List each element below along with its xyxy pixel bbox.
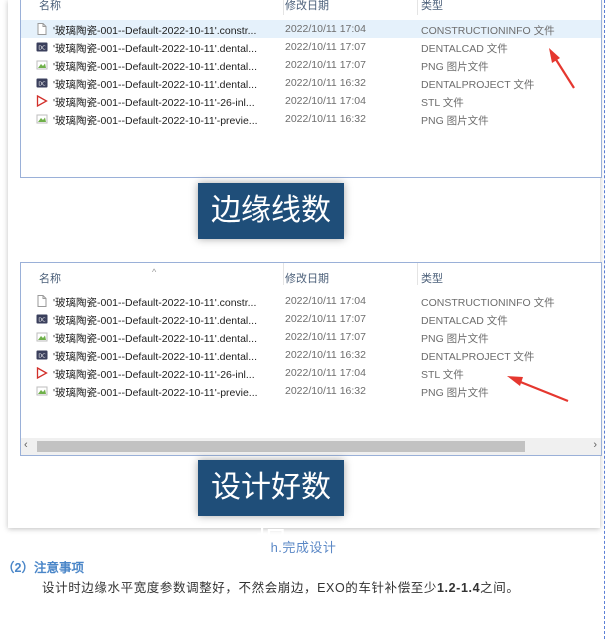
banner-design-data: 设计好数据	[198, 460, 344, 561]
scrollbar-thumb[interactable]	[37, 441, 525, 452]
horizontal-scrollbar[interactable]: ‹ ›	[21, 438, 601, 455]
scroll-left-icon[interactable]: ‹	[24, 439, 28, 451]
note-paragraph: 设计时边缘水平宽度参数调整好，不然会崩边，EXO的车针补偿至少1.2-1.4之间…	[42, 581, 520, 595]
screenshot-card: 名称 修改日期 类型 '玻璃陶瓷-001--Default-2022-10-11…	[8, 0, 602, 561]
figure-caption: h.完成设计	[270, 540, 337, 555]
red-arrow-icon	[507, 48, 575, 403]
scroll-right-icon[interactable]: ›	[593, 439, 597, 451]
section-heading: （2）注意事项	[2, 561, 84, 575]
